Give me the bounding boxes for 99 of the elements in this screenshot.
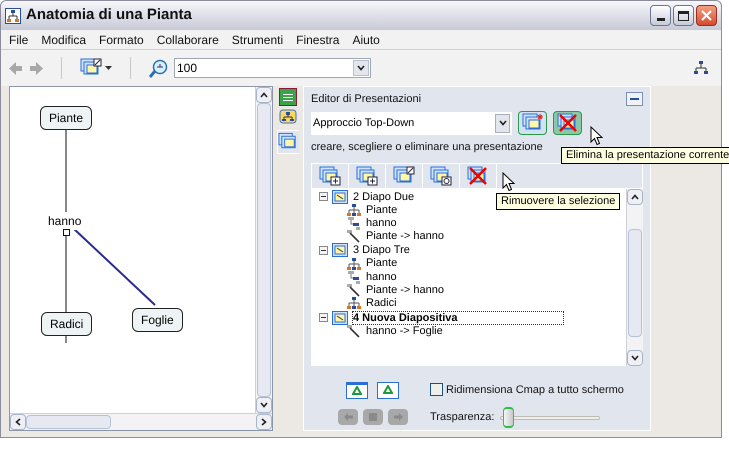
slide-item[interactable]: 4 Nuova Diapositiva xyxy=(352,310,564,325)
scroll-right-button[interactable] xyxy=(256,414,272,430)
linking-phrase[interactable]: hanno xyxy=(47,212,82,230)
chevron-icon xyxy=(15,418,21,426)
zoom-combo[interactable]: 100 xyxy=(174,58,371,78)
scroll-up-button[interactable] xyxy=(627,188,643,204)
collapse-icon[interactable] xyxy=(319,246,328,255)
checkbox[interactable] xyxy=(430,383,443,396)
menu-item[interactable]: Strumenti xyxy=(232,30,284,48)
delete-presentation-button[interactable] xyxy=(553,111,582,135)
scroll-down-button[interactable] xyxy=(627,350,643,366)
cursor-icon xyxy=(590,126,603,146)
hierarchy-icon xyxy=(347,204,361,217)
selection-handle[interactable] xyxy=(63,229,70,236)
dropdown-icon xyxy=(357,65,365,71)
connection-icon xyxy=(347,284,361,298)
connection-icon xyxy=(347,324,361,338)
chevron-icon xyxy=(261,418,267,426)
menu-item[interactable]: Collaborare xyxy=(156,30,219,48)
back-arrow-icon xyxy=(344,412,352,420)
slider-label: Trasparenza: xyxy=(430,410,494,426)
panel-hint: creare, scegliere o eliminare una presentazione xyxy=(311,140,543,155)
slide-stack-icon xyxy=(430,166,452,186)
slide-stack-icon xyxy=(319,166,341,186)
window-title: Anatomia di una Pianta xyxy=(26,5,192,26)
maximize-icon xyxy=(678,10,689,20)
slide-element[interactable]: hanno -> Foglie xyxy=(366,324,443,338)
menu-item[interactable]: File xyxy=(9,30,28,48)
chevron-icon xyxy=(260,402,268,408)
toolbar-tool-icon[interactable] xyxy=(693,60,709,76)
slide-stack-icon xyxy=(356,166,378,186)
dropdown-icon xyxy=(498,120,506,126)
slide-icon xyxy=(332,190,348,204)
linking-phrase-icon xyxy=(347,270,361,284)
hierarchy-icon xyxy=(347,297,361,310)
slide-stack-icon xyxy=(393,166,415,186)
minimize-button[interactable] xyxy=(650,5,671,26)
scroll-down-button[interactable] xyxy=(256,397,272,413)
concept-node[interactable]: Piante xyxy=(40,106,92,130)
scrollbar-thumb[interactable] xyxy=(26,415,111,429)
chevron-icon xyxy=(631,354,639,360)
scroll-up-button[interactable] xyxy=(256,87,272,103)
collapse-button[interactable] xyxy=(626,92,643,106)
linking-phrase-icon xyxy=(347,216,361,230)
outline-tab-icon[interactable] xyxy=(279,88,297,106)
previous-button[interactable] xyxy=(338,408,358,424)
stop-icon xyxy=(369,412,377,420)
play-cmap-button[interactable] xyxy=(346,382,368,398)
menu-item[interactable]: Modifica xyxy=(41,30,86,48)
scrollbar-thumb[interactable] xyxy=(628,228,642,336)
play-slide-button[interactable] xyxy=(377,382,399,398)
chevron-icon xyxy=(260,92,268,98)
slide-stack-icon xyxy=(556,113,578,133)
concept-node[interactable]: Radici xyxy=(41,312,92,336)
minimize-icon xyxy=(656,18,664,21)
hierarchy-icon xyxy=(347,258,361,271)
connection-icon xyxy=(347,230,361,244)
concept-node[interactable]: Foglie xyxy=(132,308,183,332)
menu-item[interactable]: Finestra xyxy=(296,30,340,48)
scroll-left-button[interactable] xyxy=(10,414,26,430)
minus-icon xyxy=(630,98,639,100)
checkbox-label: Ridimensiona Cmap a tutto schermo xyxy=(446,382,624,398)
caret-icon xyxy=(105,66,112,70)
zoom-icon[interactable] xyxy=(149,58,168,78)
forward-arrow-icon xyxy=(394,412,402,420)
presentation-select[interactable]: Approccio Top-Down xyxy=(311,112,512,134)
slide-element[interactable]: Piante xyxy=(366,257,398,271)
collapse-icon[interactable] xyxy=(319,313,328,322)
slide-icon xyxy=(332,243,348,258)
new-presentation-button[interactable] xyxy=(518,111,547,135)
slide-element[interactable]: hanno xyxy=(366,270,397,284)
transparency-slider[interactable] xyxy=(500,407,600,428)
slide-element[interactable]: hanno xyxy=(366,216,397,230)
tooltip: Elimina la presentazione corrente xyxy=(561,147,729,164)
panel-title: Editor di Presentazioni xyxy=(311,92,422,107)
presentation-tab[interactable] xyxy=(277,130,299,154)
slide-icon xyxy=(332,310,348,325)
menu-item[interactable]: Formato xyxy=(99,30,144,48)
collapse-icon[interactable] xyxy=(319,192,328,201)
slide-item[interactable]: 3 Diapo Tre xyxy=(352,243,411,258)
next-button[interactable] xyxy=(388,408,408,424)
app-icon xyxy=(5,8,21,24)
menu-item[interactable]: Aiuto xyxy=(352,30,380,48)
slide-element[interactable]: Piante -> hanno xyxy=(366,284,444,298)
tooltip: Rimuovere la selezione xyxy=(496,193,620,210)
maximize-button[interactable] xyxy=(673,5,694,26)
close-icon xyxy=(701,10,712,21)
scrollbar-thumb[interactable] xyxy=(257,103,271,397)
slide-stack-icon xyxy=(467,166,489,186)
presentation-value: Approccio Top-Down xyxy=(313,116,414,131)
zoom-value: 100 xyxy=(177,60,198,77)
stop-button[interactable] xyxy=(363,408,383,424)
slide-element[interactable]: Radici xyxy=(366,297,397,311)
slide-element[interactable]: Piante -> hanno xyxy=(366,230,444,244)
slide-item[interactable]: 2 Diapo Due xyxy=(352,190,416,204)
close-button[interactable] xyxy=(696,5,717,26)
slider-thumb[interactable] xyxy=(503,407,514,428)
chevron-icon xyxy=(631,194,639,200)
slide-element[interactable]: Piante xyxy=(366,204,398,217)
